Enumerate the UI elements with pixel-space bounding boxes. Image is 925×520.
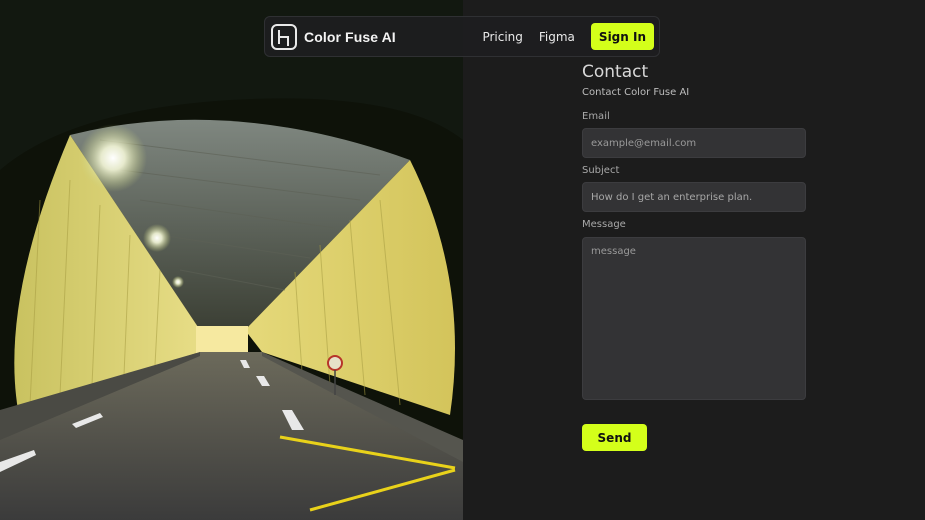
nav-link-figma[interactable]: Figma bbox=[539, 30, 575, 44]
brand-name: Color Fuse AI bbox=[304, 28, 396, 45]
message-field[interactable] bbox=[582, 237, 806, 400]
top-navbar: Color Fuse AI Pricing Figma Sign In bbox=[264, 16, 660, 57]
email-field[interactable] bbox=[582, 128, 806, 158]
app-logo-icon bbox=[271, 23, 297, 50]
tunnel-photo bbox=[0, 0, 463, 520]
contact-form: Contact Contact Color Fuse AI Email Subj… bbox=[582, 62, 806, 451]
message-label: Message bbox=[582, 219, 626, 230]
subject-field[interactable] bbox=[582, 182, 806, 212]
sign-in-button[interactable]: Sign In bbox=[590, 23, 654, 50]
brand-logo[interactable]: Color Fuse AI bbox=[271, 23, 396, 50]
tunnel-illustration bbox=[0, 0, 463, 520]
page-subtitle: Contact Color Fuse AI bbox=[582, 87, 690, 98]
page: Color Fuse AI Pricing Figma Sign In Cont… bbox=[0, 0, 925, 520]
send-button[interactable]: Send bbox=[582, 424, 647, 451]
nav-links: Pricing Figma Sign In bbox=[482, 23, 654, 50]
subject-label: Subject bbox=[582, 165, 620, 176]
email-label: Email bbox=[582, 111, 610, 122]
page-title: Contact bbox=[582, 62, 649, 82]
nav-link-pricing[interactable]: Pricing bbox=[482, 30, 522, 44]
